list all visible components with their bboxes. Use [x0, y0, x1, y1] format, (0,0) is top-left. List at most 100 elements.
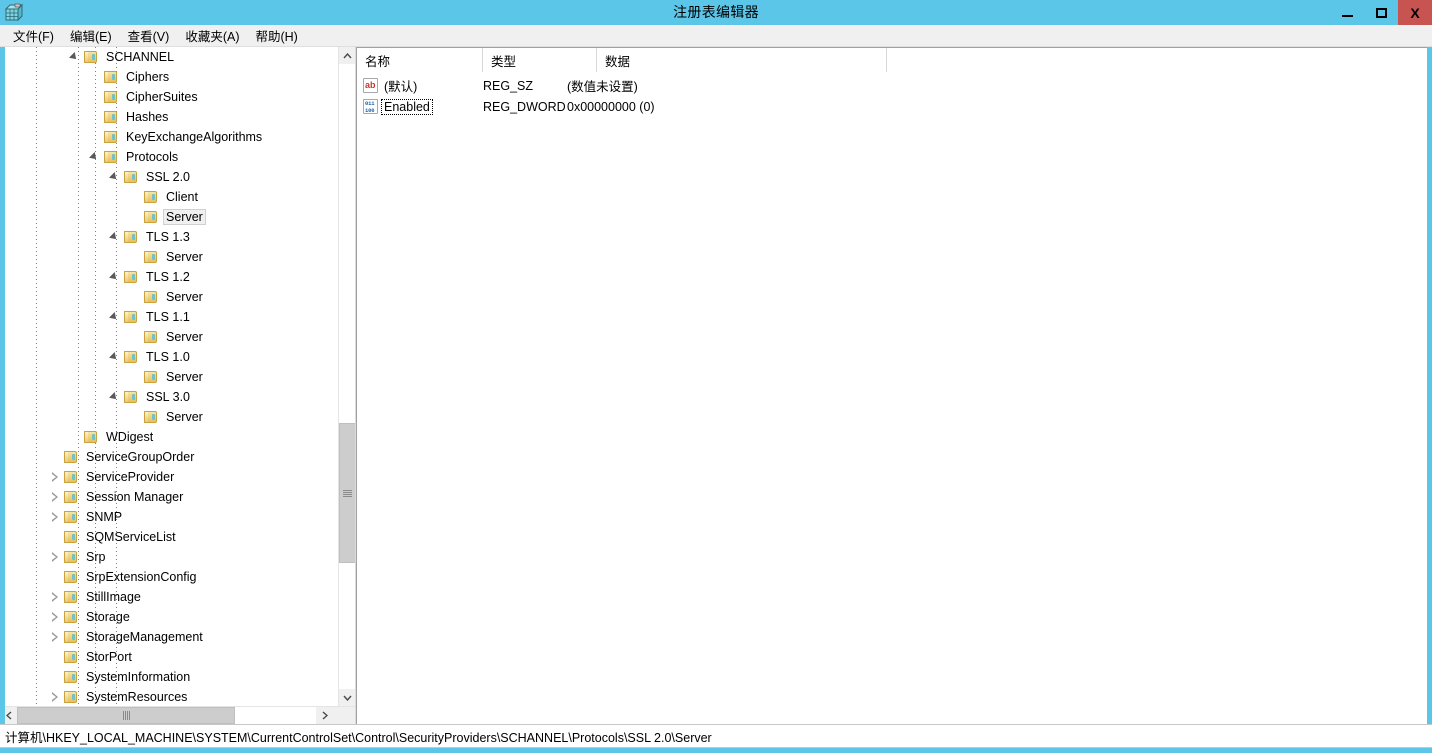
expand-triangle-icon[interactable] — [48, 607, 62, 627]
registry-editor-window: 注册表编辑器 X 文件(F) 编辑(E) 查看(V) 收藏夹(A) 帮助(H) … — [0, 0, 1432, 753]
tree-node-server[interactable]: Server — [0, 207, 355, 227]
tree-node-tls-1-0[interactable]: TLS 1.0 — [0, 347, 355, 367]
expand-triangle-icon[interactable] — [48, 487, 62, 507]
tree-horizontal-scrollbar[interactable] — [0, 706, 355, 724]
expand-triangle-icon[interactable] — [48, 687, 62, 706]
tree-hscroll-thumb[interactable] — [17, 707, 235, 724]
column-header-name[interactable]: 名称 — [357, 48, 483, 72]
expand-triangle-icon[interactable] — [48, 507, 62, 527]
tree-node-ciphers[interactable]: Ciphers — [0, 67, 355, 87]
tree-node-server[interactable]: Server — [0, 247, 355, 267]
scroll-up-button[interactable] — [339, 47, 355, 64]
tree-node-servicegrouporder[interactable]: ServiceGroupOrder — [0, 447, 355, 467]
collapse-triangle-icon[interactable] — [88, 147, 102, 167]
tree-node-storagemanagement[interactable]: StorageManagement — [0, 627, 355, 647]
tree-node-tls-1-1[interactable]: TLS 1.1 — [0, 307, 355, 327]
tree-node-storage[interactable]: Storage — [0, 607, 355, 627]
tree-node-label: StorPort — [86, 650, 132, 664]
tree-node-srpextensionconfig[interactable]: SrpExtensionConfig — [0, 567, 355, 587]
tree-node-systeminformation[interactable]: SystemInformation — [0, 667, 355, 687]
scroll-right-button[interactable] — [316, 707, 333, 724]
column-header-data[interactable]: 数据 — [597, 48, 887, 72]
window-title: 注册表编辑器 — [673, 4, 759, 20]
menu-item-help[interactable]: 帮助(H) — [247, 24, 305, 47]
column-header-filler — [887, 48, 1432, 72]
registry-key-folder-icon — [62, 610, 78, 624]
string-value-icon — [363, 78, 378, 93]
tree-node-schannel[interactable]: SCHANNEL — [0, 47, 355, 67]
menu-item-favorites[interactable]: 收藏夹(A) — [177, 24, 247, 47]
table-row[interactable]: Enabled REG_DWORD0x00000000 (0) — [357, 96, 1432, 117]
tree-node-snmp[interactable]: SNMP — [0, 507, 355, 527]
tree-vertical-scrollbar[interactable] — [338, 47, 355, 706]
dword-value-icon — [363, 99, 378, 114]
menu-item-file[interactable]: 文件(F) — [5, 24, 62, 47]
tree-node-storport[interactable]: StorPort — [0, 647, 355, 667]
tree-node-keyexchangealgorithms[interactable]: KeyExchangeAlgorithms — [0, 127, 355, 147]
tree-node-serviceprovider[interactable]: ServiceProvider — [0, 467, 355, 487]
tree-node-client[interactable]: Client — [0, 187, 355, 207]
expand-triangle-icon[interactable] — [48, 627, 62, 647]
values-list[interactable]: (默认) REG_SZ (数值未设置) Enabled REG_DWORD0x00000… — [357, 72, 1432, 724]
collapse-triangle-icon[interactable] — [108, 167, 122, 187]
tree-node-ssl-2-0[interactable]: SSL 2.0 — [0, 167, 355, 187]
expand-triangle-icon[interactable] — [48, 467, 62, 487]
collapse-triangle-icon[interactable] — [68, 47, 82, 67]
tree-node-protocols[interactable]: Protocols — [0, 147, 355, 167]
tree-node-label: SrpExtensionConfig — [86, 570, 197, 584]
collapse-triangle-icon[interactable] — [108, 227, 122, 247]
expand-triangle-icon[interactable] — [48, 547, 62, 567]
tree-node-ssl-3-0[interactable]: SSL 3.0 — [0, 387, 355, 407]
tree-node-srp[interactable]: Srp — [0, 547, 355, 567]
status-bar: 计算机\HKEY_LOCAL_MACHINE\SYSTEM\CurrentCon… — [0, 724, 1432, 748]
close-button[interactable]: X — [1398, 0, 1432, 25]
tree-node-server[interactable]: Server — [0, 407, 355, 427]
values-column-header: 名称 类型 数据 — [357, 47, 1432, 72]
tree-node-tls-1-2[interactable]: TLS 1.2 — [0, 267, 355, 287]
collapse-triangle-icon[interactable] — [108, 387, 122, 407]
tree-node-sqmservicelist[interactable]: SQMServiceList — [0, 527, 355, 547]
tree-hscroll-track[interactable] — [17, 707, 316, 724]
tree-node-server[interactable]: Server — [0, 287, 355, 307]
tree-node-session-manager[interactable]: Session Manager — [0, 487, 355, 507]
registry-key-folder-icon — [142, 330, 158, 344]
tree-node-server[interactable]: Server — [0, 367, 355, 387]
window-bottom-edge — [0, 748, 1432, 753]
tree-node-systemresources[interactable]: SystemResources — [0, 687, 355, 706]
tree-node-label: Protocols — [126, 150, 179, 164]
tree-node-ciphersuites[interactable]: CipherSuites — [0, 87, 355, 107]
tree-node-label: Storage — [86, 610, 130, 624]
table-row[interactable]: (默认) REG_SZ (数值未设置) — [357, 75, 1432, 96]
tree-node-wdigest[interactable]: WDigest — [0, 427, 355, 447]
collapse-triangle-icon[interactable] — [108, 347, 122, 367]
scroll-grip-icon — [343, 489, 352, 497]
window-right-edge — [1427, 47, 1432, 724]
maximize-button[interactable] — [1364, 0, 1398, 25]
tree-node-label: SCHANNEL — [106, 50, 175, 64]
tree-node-label: TLS 1.2 — [146, 270, 190, 284]
tree-vscroll-track[interactable] — [339, 64, 355, 689]
tree-vscroll-thumb[interactable] — [339, 423, 355, 563]
value-name: (默认) — [384, 80, 418, 94]
collapse-triangle-icon[interactable] — [108, 267, 122, 287]
scroll-down-button[interactable] — [339, 689, 355, 706]
tree-node-tls-1-3[interactable]: TLS 1.3 — [0, 227, 355, 247]
menu-item-edit[interactable]: 编辑(E) — [62, 24, 120, 47]
column-header-type[interactable]: 类型 — [483, 48, 597, 72]
menu-item-view[interactable]: 查看(V) — [120, 24, 178, 47]
expand-triangle-icon[interactable] — [48, 587, 62, 607]
minimize-icon — [1341, 14, 1353, 17]
registry-tree[interactable]: SCHANNEL Ciphers CipherSuites Hashes KeyExch… — [0, 47, 355, 706]
collapse-triangle-icon[interactable] — [108, 307, 122, 327]
minimize-button[interactable] — [1330, 0, 1364, 25]
tree-node-label: Session Manager — [86, 490, 184, 504]
tree-node-stillimage[interactable]: StillImage — [0, 587, 355, 607]
tree-node-hashes[interactable]: Hashes — [0, 107, 355, 127]
tree-node-server[interactable]: Server — [0, 327, 355, 347]
